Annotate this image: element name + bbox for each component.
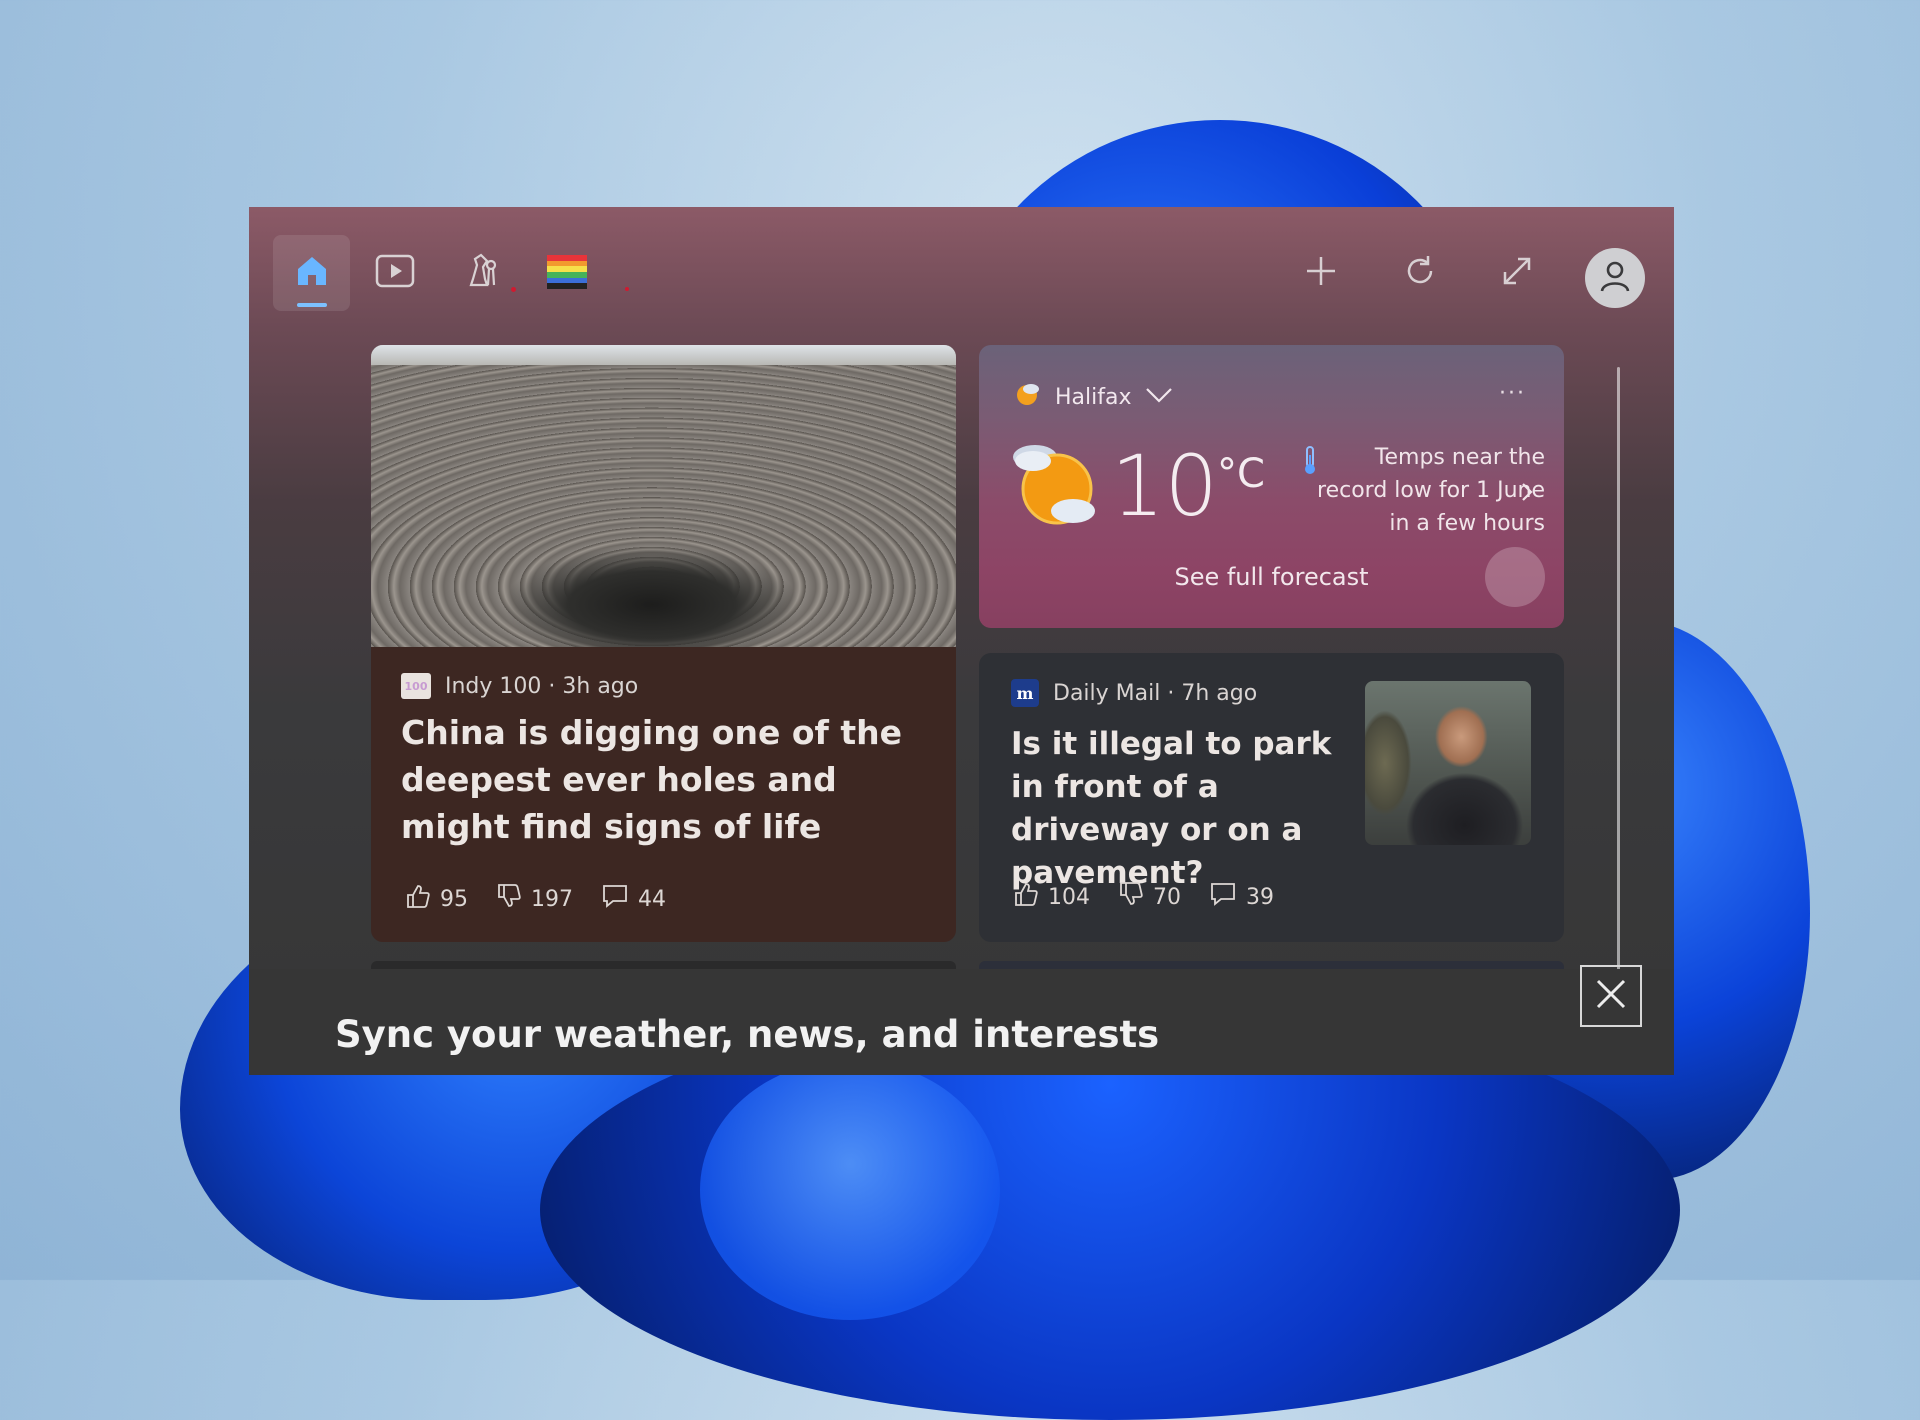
refresh-icon [1402,253,1438,293]
chevron-right-icon[interactable] [1519,481,1535,507]
weather-location-selector[interactable]: Halifax [1013,381,1174,413]
like-count: 95 [440,886,468,912]
reaction-bar: 104 70 39 [1013,881,1274,913]
temperature-unit: °C [1217,451,1265,497]
more-options-button[interactable]: ··· [1499,381,1526,406]
source-label: Indy 100 · 3h ago [445,673,639,699]
news-card-dailymail[interactable]: m Daily Mail · 7h ago Is it illegal to p… [979,653,1564,942]
scrollbar[interactable] [1617,367,1620,977]
news-card-china[interactable]: 100 Indy 100 · 3h ago China is digging o… [371,345,956,942]
temperature-value: 10 [1111,437,1218,535]
close-button[interactable] [1580,965,1642,1027]
article-source: m Daily Mail · 7h ago [1011,679,1257,707]
weather-card[interactable]: Halifax ··· 10 °C Temps near the record … [979,345,1564,628]
home-icon [294,253,330,293]
wallpaper-bloom [700,1060,1000,1320]
see-full-forecast-link[interactable]: See full forecast [979,563,1564,591]
next-card-peek [979,961,1564,969]
comment-icon [1209,881,1237,913]
dislike-button[interactable]: 70 [1118,881,1181,913]
partly-sunny-icon [1013,381,1043,413]
tab-pride[interactable] [547,255,587,290]
account-icon [1598,259,1632,297]
add-widget-button[interactable] [1301,253,1341,293]
indy100-logo-icon: 100 [401,673,431,699]
article-thumbnail [1365,681,1531,845]
thumbs-up-icon [1013,881,1039,913]
sync-banner: Sync your weather, news, and interests [249,969,1674,1075]
like-button[interactable]: 95 [405,883,468,915]
widgets-toolbar [249,207,1674,311]
widgets-panel: 100 Indy 100 · 3h ago China is digging o… [249,207,1674,1075]
article-source: 100 Indy 100 · 3h ago [401,673,638,699]
tab-games[interactable] [461,253,501,293]
comment-button[interactable]: 44 [601,883,666,915]
dislike-count: 197 [531,886,573,912]
notification-dot [511,287,516,292]
refresh-button[interactable] [1400,253,1440,293]
active-tab-indicator [297,303,327,307]
dislike-button[interactable]: 197 [496,883,573,915]
weather-mascot-icon[interactable] [1485,547,1545,607]
weather-condition-icon [1011,441,1103,531]
account-button[interactable] [1585,248,1645,308]
thumbs-down-icon [1118,881,1144,913]
alert-text: Temps near the record low for 1 June in … [1317,445,1545,536]
chess-pieces-icon [461,251,501,295]
source-label: Daily Mail · 7h ago [1053,680,1258,706]
comment-count: 44 [638,886,666,912]
dailymail-logo-icon: m [1011,679,1039,707]
close-icon [1594,977,1628,1015]
dislike-count: 70 [1153,884,1181,910]
comment-button[interactable]: 39 [1209,881,1274,913]
comment-count: 39 [1246,884,1274,910]
play-video-icon [375,254,415,292]
article-headline[interactable]: China is digging one of the deepest ever… [401,709,921,850]
like-button[interactable]: 104 [1013,881,1090,913]
notification-dot [625,287,629,291]
weather-alert[interactable]: Temps near the record low for 1 June in … [1301,441,1545,540]
sync-banner-text: Sync your weather, news, and interests [335,1013,1160,1056]
article-headline[interactable]: Is it illegal to park in front of a driv… [1011,723,1351,895]
thumbs-down-icon [496,883,522,915]
like-count: 104 [1048,884,1090,910]
chevron-down-icon [1144,385,1174,410]
next-card-peek [371,961,956,969]
thumbs-up-icon [405,883,431,915]
expand-icon [1500,254,1534,292]
tab-watch[interactable] [375,253,415,293]
tab-home[interactable] [273,235,350,311]
add-icon [1304,254,1338,292]
comment-icon [601,883,629,915]
expand-button[interactable] [1497,253,1537,293]
article-image [371,345,956,647]
reaction-bar: 95 197 44 [405,883,666,915]
location-name: Halifax [1055,384,1132,410]
